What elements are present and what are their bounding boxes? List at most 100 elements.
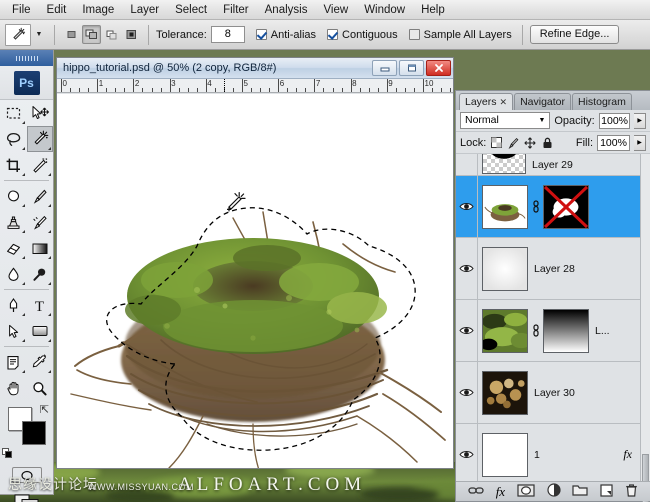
menu-item-window[interactable]: Window: [356, 1, 413, 19]
menu-item-analysis[interactable]: Analysis: [257, 1, 316, 19]
tool-magic-wand[interactable]: [26, 126, 53, 152]
tool-type[interactable]: T: [27, 292, 54, 318]
tool-eyedropper[interactable]: [27, 349, 54, 375]
tool-slice[interactable]: [27, 152, 54, 178]
layer-name[interactable]: Layer 29: [526, 159, 573, 171]
menu-item-file[interactable]: File: [4, 1, 39, 19]
menu-item-image[interactable]: Image: [74, 1, 122, 19]
menu-item-view[interactable]: View: [315, 1, 356, 19]
layer-style-fx-icon[interactable]: fx: [496, 484, 505, 500]
tool-pen[interactable]: [0, 292, 27, 318]
lock-transparent-pixels-icon[interactable]: [490, 137, 502, 149]
tool-rectangular-marquee[interactable]: [0, 100, 27, 126]
layer-visibility-toggle[interactable]: [456, 362, 478, 423]
tool-notes[interactable]: [0, 349, 27, 375]
lock-all-icon[interactable]: [541, 137, 553, 149]
fill-input[interactable]: 100%: [597, 134, 630, 151]
layer-list[interactable]: Layer 29 Layer 28 L... Layer 30 1 fx: [456, 154, 640, 481]
tool-clone-stamp[interactable]: [0, 209, 27, 235]
background-color-swatch[interactable]: [22, 421, 46, 445]
tool-preset-dropdown-arrow[interactable]: ▼: [31, 24, 47, 46]
menu-item-layer[interactable]: Layer: [122, 1, 167, 19]
fill-slider-arrow[interactable]: ▶: [634, 134, 646, 151]
sample-all-layers-checkbox[interactable]: Sample All Layers: [408, 29, 512, 41]
opacity-input[interactable]: 100%: [598, 112, 631, 129]
link-mask-icon[interactable]: [531, 200, 540, 213]
tool-crop[interactable]: [0, 152, 27, 178]
lock-position-icon[interactable]: [524, 136, 536, 149]
minimize-button[interactable]: [372, 60, 397, 76]
new-adjustment-layer-icon[interactable]: [547, 483, 561, 500]
delete-layer-icon[interactable]: [625, 483, 638, 500]
tool-preset-picker[interactable]: [5, 23, 31, 46]
tool-dodge[interactable]: [27, 261, 54, 287]
menu-item-filter[interactable]: Filter: [215, 1, 257, 19]
canvas-area[interactable]: [57, 94, 453, 468]
swap-colors-icon[interactable]: ⇱: [40, 403, 49, 416]
intersect-with-selection-button[interactable]: [122, 25, 141, 44]
link-mask-icon[interactable]: [531, 324, 540, 337]
new-group-icon[interactable]: [572, 484, 589, 499]
layer-visibility-toggle[interactable]: [456, 300, 478, 361]
menu-item-help[interactable]: Help: [413, 1, 453, 19]
layer-name[interactable]: Layer 30: [528, 387, 575, 399]
tool-hand[interactable]: [0, 375, 27, 401]
tool-shape[interactable]: [27, 318, 54, 344]
lock-image-pixels-icon[interactable]: [507, 137, 519, 149]
layer-row[interactable]: [456, 176, 640, 238]
refine-edge-button[interactable]: Refine Edge...: [529, 25, 620, 44]
tool-zoom[interactable]: [27, 375, 54, 401]
quick-mask-toggle[interactable]: [0, 463, 53, 487]
menu-item-edit[interactable]: Edit: [39, 1, 75, 19]
layer-thumbnail[interactable]: [482, 184, 528, 229]
layer-visibility-toggle[interactable]: [456, 176, 478, 237]
layer-row[interactable]: L...: [456, 300, 640, 362]
layer-mask-thumbnail[interactable]: [543, 308, 589, 353]
tool-lasso[interactable]: [0, 126, 27, 152]
layer-name[interactable]: Layer 28: [528, 263, 575, 275]
layer-thumbnail[interactable]: [482, 154, 526, 174]
tool-path-selection[interactable]: [0, 318, 27, 344]
layer-fx-badge[interactable]: fx: [623, 447, 632, 462]
close-button[interactable]: [426, 60, 451, 76]
new-selection-button[interactable]: [62, 25, 81, 44]
menu-item-select[interactable]: Select: [167, 1, 215, 19]
new-layer-icon[interactable]: [600, 483, 613, 500]
anti-alias-checkbox[interactable]: Anti-alias: [255, 29, 316, 41]
toolbox-drag-handle[interactable]: [0, 50, 53, 66]
tool-history-brush[interactable]: [27, 209, 54, 235]
close-icon[interactable]: ✕: [500, 94, 508, 111]
layer-thumbnail[interactable]: [482, 246, 528, 291]
layer-row[interactable]: 1 fx: [456, 424, 640, 481]
screen-mode-button[interactable]: [0, 487, 53, 502]
contiguous-checkbox[interactable]: Contiguous: [327, 29, 398, 41]
tool-healing-brush[interactable]: [0, 183, 27, 209]
add-layer-mask-icon[interactable]: [517, 483, 535, 500]
layer-thumbnail[interactable]: [482, 432, 528, 477]
layer-visibility-toggle[interactable]: [456, 424, 478, 481]
document-title-bar[interactable]: hippo_tutorial.psd @ 50% (2 copy, RGB/8#…: [57, 58, 453, 79]
layer-row[interactable]: Layer 30: [456, 362, 640, 424]
tab-layers[interactable]: Layers ✕: [459, 93, 514, 111]
tool-gradient[interactable]: [27, 235, 54, 261]
tab-navigator[interactable]: Navigator: [514, 93, 572, 110]
add-to-selection-button[interactable]: [82, 25, 101, 44]
layer-row[interactable]: Layer 28: [456, 238, 640, 300]
tool-brush[interactable]: [27, 183, 54, 209]
opacity-slider-arrow[interactable]: ▶: [634, 112, 646, 129]
layer-row[interactable]: Layer 29: [456, 154, 640, 176]
layer-thumbnail[interactable]: [482, 370, 528, 415]
blend-mode-select[interactable]: Normal ▼: [460, 112, 551, 129]
layer-visibility-toggle[interactable]: [456, 238, 478, 299]
layer-name[interactable]: 1: [528, 449, 540, 461]
tab-histogram[interactable]: Histogram: [572, 93, 632, 110]
link-layers-icon[interactable]: [468, 485, 484, 499]
layer-name[interactable]: L...: [589, 325, 610, 337]
layer-visibility-toggle[interactable]: [456, 154, 478, 175]
tool-move[interactable]: [27, 100, 54, 126]
horizontal-ruler[interactable]: 0 1 2 3 4 5 6 7 8 9 10: [57, 79, 453, 93]
layer-mask-thumbnail[interactable]: [543, 184, 589, 229]
subtract-from-selection-button[interactable]: [102, 25, 121, 44]
layer-thumbnail[interactable]: [482, 308, 528, 353]
default-colors-icon[interactable]: [2, 448, 13, 459]
